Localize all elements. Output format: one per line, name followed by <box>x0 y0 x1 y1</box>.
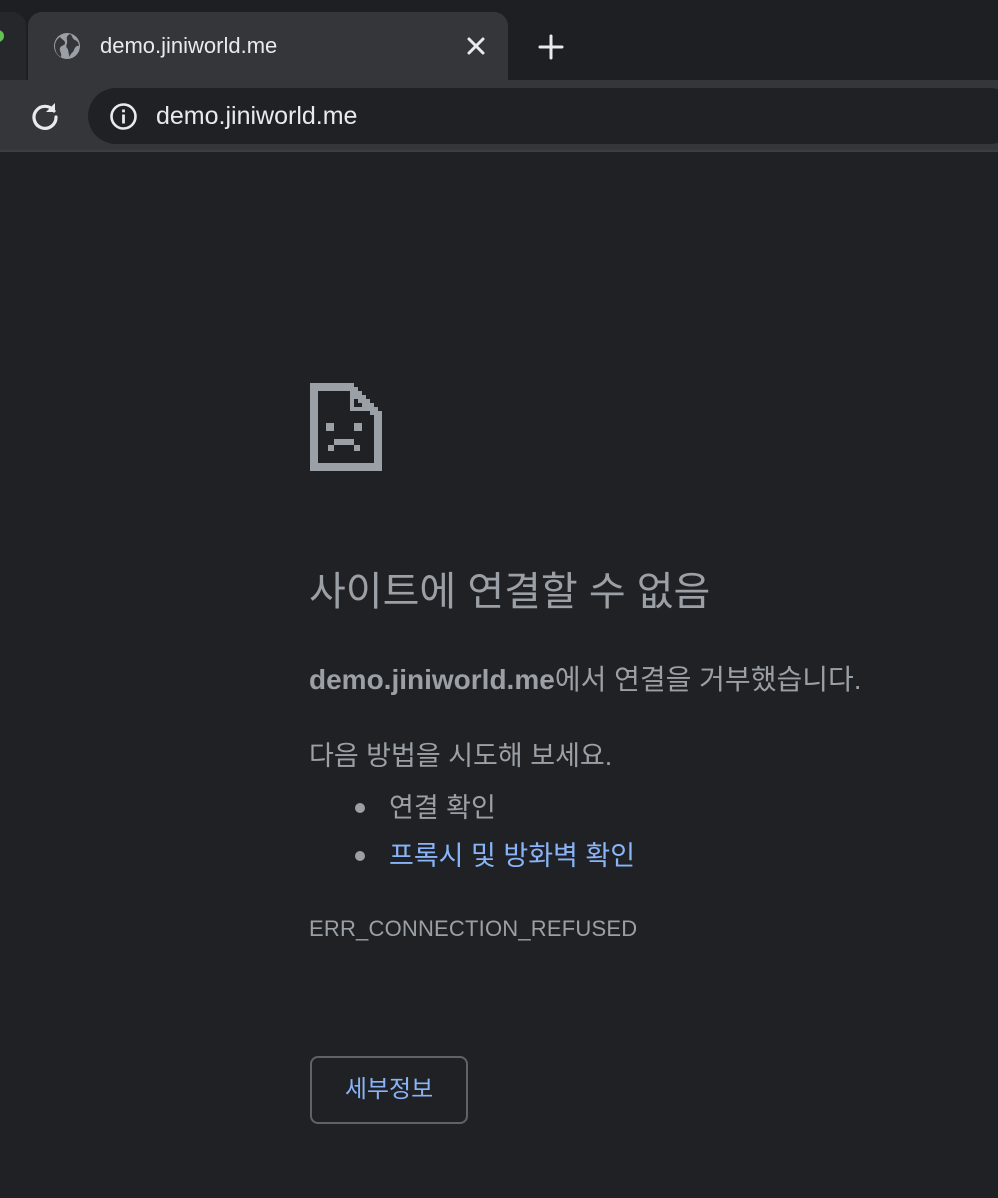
details-button[interactable]: 세부정보 <box>310 1056 468 1124</box>
suggestions-title: 다음 방법을 시도해 보세요. <box>309 741 613 771</box>
tab-strip: demo.jiniworld.me <box>0 0 998 80</box>
address-bar[interactable]: demo.jiniworld.me <box>88 88 998 144</box>
suggestions-list: 연결 확인 프록시 및 방화벽 확인 <box>309 784 635 880</box>
info-icon[interactable] <box>109 102 138 131</box>
error-host: demo.jiniworld.me <box>309 664 555 695</box>
previous-tab-edge[interactable] <box>0 12 26 80</box>
active-tab[interactable]: demo.jiniworld.me <box>28 12 508 80</box>
bullet-icon <box>355 803 365 813</box>
browser-toolbar: demo.jiniworld.me <box>0 80 998 152</box>
list-item: 연결 확인 <box>309 784 635 832</box>
globe-icon <box>54 33 80 59</box>
error-page: 사이트에 연결할 수 없음 demo.jiniworld.me에서 연결을 거부… <box>0 154 998 1198</box>
close-icon[interactable] <box>463 33 489 59</box>
error-code: ERR_CONNECTION_REFUSED <box>309 916 638 941</box>
url-text[interactable]: demo.jiniworld.me <box>156 101 357 131</box>
tab-title: demo.jiniworld.me <box>100 33 278 58</box>
error-summary-text: 에서 연결을 거부했습니다. <box>554 664 862 695</box>
sad-page-icon <box>310 383 382 471</box>
reload-icon[interactable] <box>29 100 61 132</box>
suggestion-check-connection: 연결 확인 <box>389 793 496 823</box>
error-heading: 사이트에 연결할 수 없음 <box>309 570 711 614</box>
error-summary: demo.jiniworld.me에서 연결을 거부했습니다. <box>309 660 862 700</box>
bullet-icon <box>355 851 365 861</box>
plus-icon[interactable] <box>536 32 566 62</box>
list-item: 프록시 및 방화벽 확인 <box>309 832 635 880</box>
suggestion-check-proxy-firewall-link[interactable]: 프록시 및 방화벽 확인 <box>389 841 635 871</box>
